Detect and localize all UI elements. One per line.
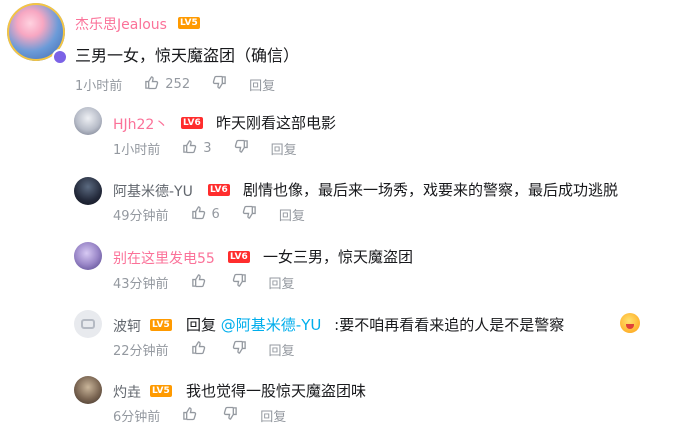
reply-username[interactable]: 波轲 [113, 316, 141, 336]
avatar[interactable] [74, 310, 102, 338]
reply-meta: 6分钟前 回复 [113, 406, 286, 425]
tv-icon [81, 319, 95, 329]
reply-username[interactable]: HJh22丶 [113, 114, 168, 134]
avatar[interactable] [74, 107, 102, 135]
thumb-down-icon[interactable] [212, 75, 227, 94]
reply-button[interactable]: 回复 [279, 205, 305, 224]
reply-text: 昨天刚看这部电影 [216, 114, 337, 132]
thumb-up-icon[interactable] [191, 273, 206, 292]
level-badge: LV5 [150, 385, 172, 397]
reply-text: 剧情也像，最后来一场秀，戏要来的警察，最后成功逃脱 [243, 181, 619, 199]
level-badge: LV6 [181, 117, 203, 129]
reply-time: 6分钟前 [113, 410, 161, 425]
reply-username[interactable]: 别在这里发电55 [113, 248, 215, 268]
mention-link[interactable]: @阿基米德-YU [221, 316, 322, 334]
thumb-down-icon[interactable] [232, 340, 247, 359]
level-badge: LV6 [208, 184, 230, 196]
thumb-up-icon[interactable] [182, 406, 197, 425]
reply-text: :要不咱再看看来追的人是不是警察 [334, 316, 565, 334]
thumb-up-icon[interactable] [182, 139, 197, 158]
like-count: 6 [211, 207, 220, 222]
like-count: 3 [203, 141, 212, 156]
reply-text: 我也觉得一股惊天魔盗团味 [186, 382, 367, 400]
like-count: 252 [165, 77, 191, 92]
thumb-down-icon[interactable] [234, 139, 249, 158]
thumb-up-icon[interactable] [144, 75, 159, 94]
reply-text-line: 回复 @阿基米德-YU :要不咱再看看来追的人是不是警察 [186, 314, 564, 335]
comment-username[interactable]: 杰乐思Jealous [75, 14, 167, 34]
reply-time: 22分钟前 [113, 344, 169, 359]
reply-meta: 1小时前 3 回复 [113, 139, 297, 158]
thumb-up-icon[interactable] [191, 340, 206, 359]
thumb-up-icon[interactable] [191, 205, 206, 224]
reply-prefix: 回复 [186, 316, 217, 334]
verified-badge-icon [52, 49, 68, 65]
reply-button[interactable]: 回复 [271, 139, 297, 158]
reply-username[interactable]: 阿基米德-YU [113, 181, 193, 201]
reply-button[interactable]: 回复 [269, 273, 295, 292]
avatar[interactable] [74, 242, 102, 270]
comment-time: 1小时前 [75, 79, 123, 94]
reply-time: 1小时前 [113, 143, 161, 158]
avatar[interactable] [74, 177, 102, 205]
comment-meta: 1小时前 252 回复 [75, 75, 275, 94]
emoji-icon [620, 313, 640, 333]
reply-button[interactable]: 回复 [249, 75, 275, 94]
reply-username[interactable]: 灼垚 [113, 382, 141, 402]
reply-meta: 22分钟前 回复 [113, 340, 295, 359]
avatar[interactable] [74, 376, 102, 404]
thumb-down-icon[interactable] [223, 406, 238, 425]
thumb-down-icon[interactable] [242, 205, 257, 224]
reply-meta: 43分钟前 回复 [113, 273, 295, 292]
reply-time: 43分钟前 [113, 277, 169, 292]
reply-button[interactable]: 回复 [260, 406, 286, 425]
level-badge: LV6 [228, 251, 250, 263]
reply-time: 49分钟前 [113, 209, 169, 224]
thumb-down-icon[interactable] [232, 273, 247, 292]
reply-button[interactable]: 回复 [269, 340, 295, 359]
level-badge: LV5 [178, 17, 200, 29]
level-badge: LV5 [150, 319, 172, 331]
reply-text: 一女三男，惊天魔盗团 [263, 248, 414, 266]
comment-text: 三男一女，惊天魔盗团（确信） [75, 46, 300, 65]
reply-meta: 49分钟前 6 回复 [113, 205, 305, 224]
